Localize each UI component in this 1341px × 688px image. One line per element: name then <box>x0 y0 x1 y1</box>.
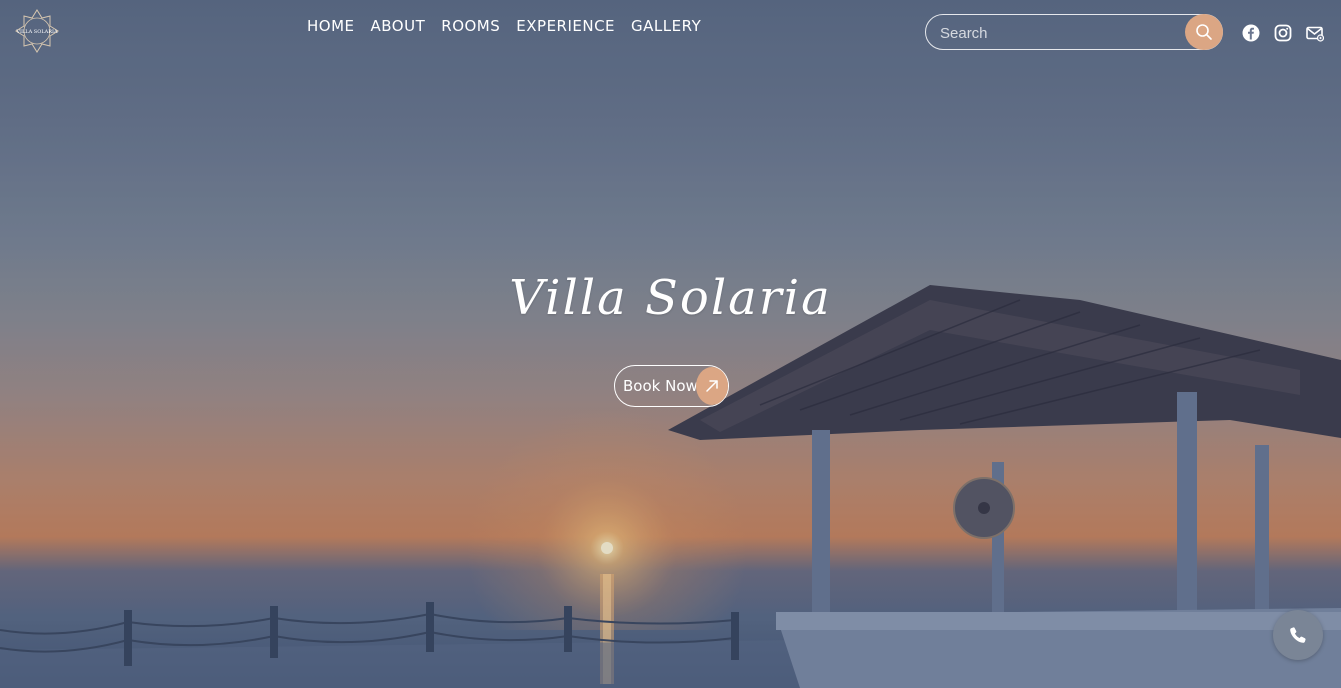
phone-icon <box>1290 627 1306 643</box>
facebook-icon[interactable] <box>1242 24 1260 42</box>
main-nav: HOME ABOUT ROOMS EXPERIENCE GALLERY <box>307 17 701 35</box>
nav-home[interactable]: HOME <box>307 17 355 35</box>
nav-experience[interactable]: EXPERIENCE <box>516 17 615 35</box>
search-input[interactable] <box>938 15 1182 51</box>
hero-background-image <box>0 0 1341 688</box>
email-icon[interactable] <box>1306 24 1324 42</box>
hero-title: Villa Solaria <box>509 270 832 326</box>
search-box <box>925 14 1223 51</box>
logo-text: VILLA SOLARIA <box>15 29 58 35</box>
search-icon <box>1196 24 1212 40</box>
nav-rooms[interactable]: ROOMS <box>441 17 500 35</box>
search-button[interactable] <box>1185 14 1223 50</box>
nav-gallery[interactable]: GALLERY <box>631 17 701 35</box>
instagram-icon[interactable] <box>1274 24 1292 42</box>
page: VILLA SOLARIA HOME ABOUT ROOMS EXPERIENC… <box>0 0 1341 688</box>
book-now-label: Book Now <box>623 377 698 395</box>
arrow-up-right-icon <box>696 367 728 405</box>
book-now-button[interactable]: Book Now <box>614 365 729 407</box>
phone-button[interactable] <box>1273 610 1323 660</box>
nav-about[interactable]: ABOUT <box>371 17 426 35</box>
logo[interactable]: VILLA SOLARIA <box>14 8 60 54</box>
